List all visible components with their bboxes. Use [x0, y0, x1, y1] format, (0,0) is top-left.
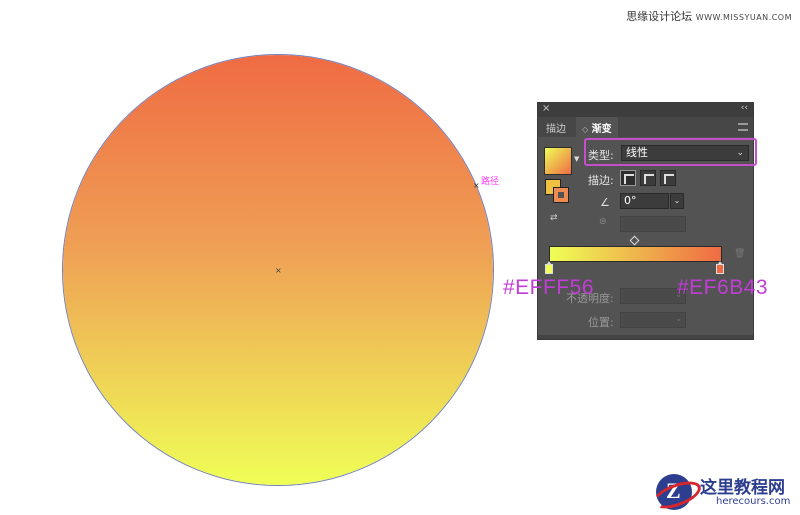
collapse-icon[interactable]: ‹‹	[741, 103, 748, 113]
tab-stroke[interactable]: 描边	[546, 120, 566, 135]
panel-titlebar: × ‹‹	[538, 103, 753, 117]
watermark-url: WWW.MISSYUAN.COM	[695, 13, 792, 22]
gradient-swatch-icon[interactable]	[544, 147, 572, 175]
swatch-dropdown-icon[interactable]: ▼	[574, 155, 579, 163]
logo-en-text: herecours.com	[716, 496, 791, 507]
end-color-annotation: #EF6B43	[677, 276, 769, 299]
aspect-ratio-icon: ⊜	[599, 217, 607, 227]
color-stop-end[interactable]	[716, 261, 724, 274]
panel-bottom-bar	[538, 335, 753, 339]
chevron-down-icon: ⌄	[736, 148, 744, 158]
location-input[interactable]: ⌄	[620, 312, 686, 328]
angle-control: 0° ⌄	[620, 193, 766, 211]
location-label: 位置:	[588, 316, 614, 329]
reverse-gradient-icon[interactable]: ⇄	[550, 213, 558, 223]
logo-letter: Z	[666, 478, 681, 503]
color-stop-start[interactable]	[545, 261, 553, 274]
aspect-ratio-input[interactable]	[620, 216, 686, 232]
type-select-value: 线性	[626, 146, 648, 159]
close-icon[interactable]: ×	[542, 103, 550, 114]
gradient-slider[interactable]	[549, 246, 722, 262]
stroke-label: 描边:	[588, 174, 614, 187]
stroke-swatch-icon[interactable]	[553, 187, 569, 203]
type-label: 类型:	[588, 149, 614, 162]
type-select[interactable]: 线性 ⌄	[621, 145, 749, 161]
stroke-within-button[interactable]	[620, 170, 636, 186]
center-point-icon: ×	[275, 266, 282, 275]
midpoint-diamond[interactable]	[629, 235, 640, 246]
logo-mark-icon: Z	[656, 474, 692, 510]
logo-cn-text: 这里教程网	[700, 478, 785, 498]
stroke-along-button[interactable]	[640, 170, 656, 186]
watermark-cn: 思缘设计论坛	[626, 10, 693, 23]
gradient-panel: × ‹‹ 描边 ◇ 渐变 ▼ ⇄ 类型: 线性 ⌄ 描边: ∠ 0° ⌄ ⊜ 🗑…	[537, 102, 757, 340]
tab-gradient[interactable]: ◇ 渐变	[576, 117, 618, 137]
tab-toggle-icon: ◇	[582, 125, 589, 134]
start-color-annotation: #EFFF56	[503, 276, 595, 299]
anchor-point-icon: ×	[473, 181, 480, 190]
angle-input[interactable]: 0°	[620, 193, 669, 209]
chevron-down-icon: ⌄	[675, 314, 682, 323]
angle-dropdown-icon[interactable]: ⌄	[670, 193, 684, 209]
trash-icon[interactable]: 🗑	[734, 249, 745, 259]
panel-tabs: 描边 ◇ 渐变	[538, 117, 753, 137]
site-watermark: 思缘设计论坛 WWW.MISSYUAN.COM	[626, 8, 792, 24]
angle-icon: ∠	[600, 196, 610, 209]
panel-menu-icon[interactable]	[738, 123, 748, 131]
site-logo: Z 这里教程网 herecours.com	[652, 470, 800, 515]
path-smart-guide-label: 路径	[481, 177, 500, 187]
tab-gradient-label: 渐变	[591, 124, 612, 135]
stroke-across-button[interactable]	[660, 170, 676, 186]
